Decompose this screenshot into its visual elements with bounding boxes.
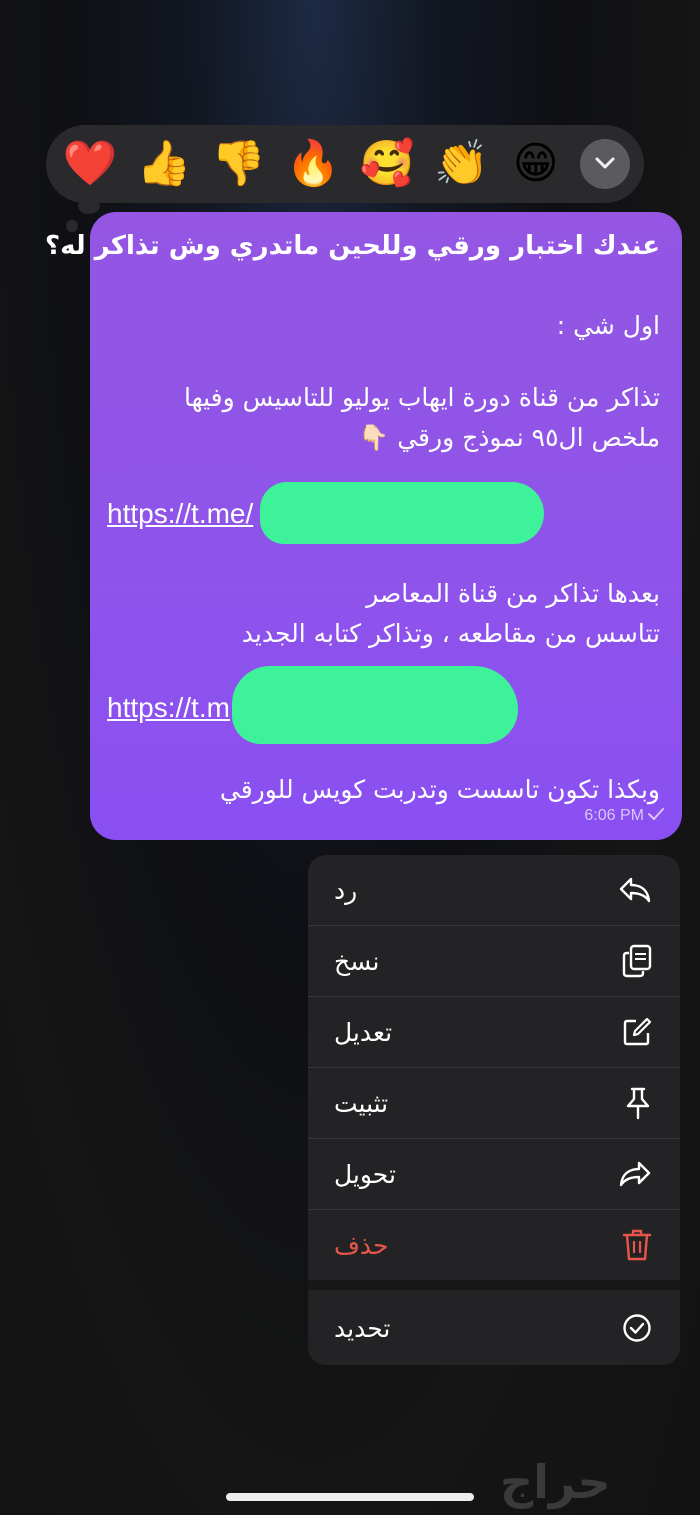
reaction-bar-tail — [78, 198, 100, 214]
message-timestamp: 6:06 PM — [584, 800, 664, 832]
edit-icon — [622, 1017, 652, 1047]
trash-icon — [622, 1228, 652, 1262]
forward-icon — [618, 1160, 652, 1188]
menu-item-label: تحويل — [334, 1159, 396, 1189]
menu-item-label: نسخ — [334, 946, 380, 976]
message-title: عندك اختبار ورقي وللحين ماتدري وش تذاكر … — [44, 231, 660, 261]
reaction-thumbs-up[interactable]: 👍 — [134, 139, 194, 189]
redaction-mark — [260, 482, 544, 544]
message-line: اول شي : — [556, 311, 660, 340]
link-2[interactable]: https://t.m — [107, 692, 230, 724]
message-line: ملخص ال٩٥ نموذج ورقي 👇🏻 — [358, 423, 660, 452]
chevron-down-icon — [594, 155, 616, 174]
reaction-thumbs-down[interactable]: 👎 — [209, 139, 269, 189]
menu-item-delete[interactable]: حذف — [308, 1210, 680, 1280]
watermark-logo: حراج — [500, 1455, 611, 1509]
message-line: بعدها تذاكر من قناة المعاصر — [366, 579, 660, 608]
reaction-bar: ❤️ 👍 👎 🔥 🥰 👏 😁 — [46, 125, 644, 203]
menu-item-label: حذف — [334, 1230, 389, 1260]
menu-item-label: تعديل — [334, 1017, 393, 1047]
reaction-heart[interactable]: ❤️ — [60, 139, 120, 189]
reaction-grin[interactable]: 😁 — [506, 139, 566, 189]
message-bubble[interactable]: عندك اختبار ورقي وللحين ماتدري وش تذاكر … — [45, 212, 682, 840]
menu-item-forward[interactable]: تحويل — [308, 1139, 680, 1209]
reaction-smiling-hearts[interactable]: 🥰 — [357, 139, 417, 189]
menu-item-select[interactable]: تحديد — [308, 1293, 680, 1363]
menu-item-label: تثبيت — [334, 1088, 389, 1118]
copy-icon — [622, 944, 652, 978]
home-indicator[interactable] — [226, 1493, 474, 1501]
link-1[interactable]: https://t.me/ — [107, 498, 253, 530]
pin-icon — [624, 1086, 652, 1120]
reply-icon — [618, 876, 652, 904]
redaction-mark — [232, 666, 518, 744]
menu-item-copy[interactable]: نسخ — [308, 926, 680, 996]
message-time: 6:06 PM — [584, 807, 644, 824]
check-circle-icon — [622, 1313, 652, 1343]
menu-item-label: رد — [334, 875, 358, 905]
reaction-clapping[interactable]: 👏 — [431, 139, 491, 189]
message-line: تذاكر من قناة دورة ايهاب يوليو للتاسيس و… — [183, 383, 660, 412]
message-line: تتاسس من مقاطعه ، وتذاكر كتابه الجديد — [241, 619, 660, 648]
menu-item-reply[interactable]: رد — [308, 855, 680, 925]
menu-item-pin[interactable]: تثبيت — [308, 1068, 680, 1138]
menu-section-divider — [308, 1280, 680, 1290]
more-reactions-button[interactable] — [579, 139, 630, 189]
menu-item-edit[interactable]: تعديل — [308, 997, 680, 1067]
checkmark-icon — [648, 800, 664, 832]
menu-item-label: تحديد — [334, 1313, 391, 1343]
context-menu: رد نسخ تعديل تثبيت تحويل حذف تحديد — [308, 855, 680, 1365]
reaction-fire[interactable]: 🔥 — [283, 139, 343, 189]
